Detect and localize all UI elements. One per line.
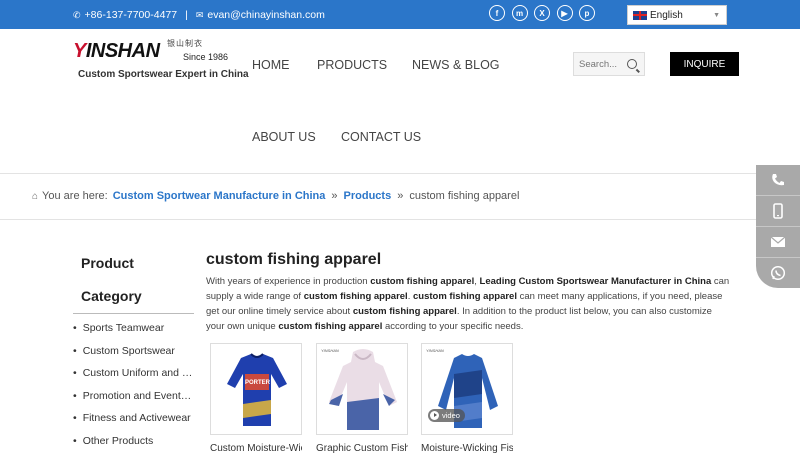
product-image	[422, 344, 514, 436]
language-select[interactable]: English ▼	[627, 5, 727, 25]
phone-icon[interactable]	[756, 165, 800, 195]
search-icon[interactable]	[627, 59, 637, 69]
video-label: video	[442, 411, 460, 420]
product-title[interactable]: Graphic Custom Fishing Hoodie	[316, 443, 408, 454]
breadcrumb-separator: »	[331, 190, 337, 202]
category-item[interactable]: Other Products	[73, 435, 193, 457]
nav-news-blog[interactable]: NEWS & BLOG	[412, 58, 500, 72]
logo-chinese: 银山制衣	[167, 38, 203, 49]
logo-slogan: Custom Sportswear Expert in China	[78, 69, 249, 80]
uk-flag-icon	[633, 11, 647, 20]
nav-about-us[interactable]: ABOUT US	[252, 130, 316, 144]
floating-contact-bar	[756, 165, 800, 288]
messenger-icon[interactable]: m	[512, 5, 528, 21]
product-brand: YINSHAN	[426, 348, 444, 353]
site-logo[interactable]: YINSHAN 银山制衣 Since 1986 Custom Sportswea…	[73, 35, 238, 85]
category-item[interactable]: Fitness and Activewear	[73, 412, 193, 435]
category-list: Sports Teamwear Custom Sportswear Custom…	[73, 322, 193, 457]
nav-products[interactable]: PRODUCTS	[317, 58, 387, 72]
product-card[interactable]: YINSHAN video	[421, 343, 513, 435]
nav-home[interactable]: HOME	[252, 58, 290, 72]
logo-since: Since 1986	[183, 52, 228, 62]
sidebar-title: Product	[81, 255, 134, 271]
whatsapp-icon[interactable]	[756, 257, 800, 287]
search-box	[573, 52, 645, 76]
product-title[interactable]: Moisture-Wicking Fishing Jersey	[421, 443, 513, 454]
product-image	[211, 344, 303, 436]
contact-info: ✆ +86-137-7700-4477 | ✉ evan@chinayinsha…	[73, 9, 325, 21]
breadcrumb-prefix: You are here:	[42, 190, 108, 202]
product-title[interactable]: Custom Moisture-Wicking Fishing Shirt	[210, 443, 302, 454]
breadcrumb-link-products[interactable]: Products	[344, 190, 392, 202]
product-card[interactable]: YINSHAN	[316, 343, 408, 435]
sidebar-title: Category	[81, 288, 142, 304]
logo-wordmark: YINSHAN	[73, 40, 160, 63]
product-image	[317, 344, 409, 436]
nav-contact-us[interactable]: CONTACT US	[341, 130, 421, 144]
divider	[0, 219, 800, 220]
divider	[0, 173, 800, 174]
language-label: English	[650, 10, 683, 21]
phone-icon: ✆	[73, 10, 81, 21]
phone-number[interactable]: +86-137-7700-4477	[85, 9, 178, 21]
sidebar-divider	[73, 313, 194, 314]
x-twitter-icon[interactable]: X	[534, 5, 550, 21]
social-links: f m X ▶ p	[489, 5, 602, 21]
breadcrumb-separator: »	[397, 190, 403, 202]
caret-down-icon: ▼	[713, 12, 720, 19]
category-item[interactable]: Promotion and Event Wear	[73, 390, 193, 413]
envelope-icon: ✉	[196, 10, 204, 21]
inquire-button[interactable]: INQUIRE	[670, 52, 739, 76]
youtube-icon[interactable]: ▶	[557, 5, 573, 21]
product-print: PORTER	[245, 380, 270, 386]
product-brand: YINSHAN	[321, 348, 339, 353]
mobile-icon[interactable]	[756, 195, 800, 225]
video-badge[interactable]: video	[428, 409, 465, 422]
email-link[interactable]: evan@chinayinshan.com	[207, 9, 324, 21]
product-card[interactable]: PORTER	[210, 343, 302, 435]
page-title: custom fishing apparel	[206, 251, 381, 269]
email-icon[interactable]	[756, 226, 800, 256]
category-item[interactable]: Custom Sportswear	[73, 345, 193, 368]
top-bar: ✆ +86-137-7700-4477 | ✉ evan@chinayinsha…	[0, 0, 800, 29]
breadcrumb-link-home[interactable]: Custom Sportwear Manufacture in China	[113, 190, 326, 202]
pinterest-icon[interactable]: p	[579, 5, 595, 21]
category-item[interactable]: Custom Uniform and Workwear	[73, 367, 193, 390]
search-input[interactable]	[574, 53, 624, 75]
home-icon: ⌂	[32, 191, 38, 202]
facebook-icon[interactable]: f	[489, 5, 505, 21]
page-description: With years of experience in production c…	[206, 274, 731, 334]
category-item[interactable]: Sports Teamwear	[73, 322, 193, 345]
breadcrumb: ⌂ You are here: Custom Sportwear Manufac…	[32, 190, 519, 202]
play-icon	[430, 411, 439, 420]
contact-separator: |	[185, 9, 188, 21]
breadcrumb-current: custom fishing apparel	[409, 190, 519, 202]
